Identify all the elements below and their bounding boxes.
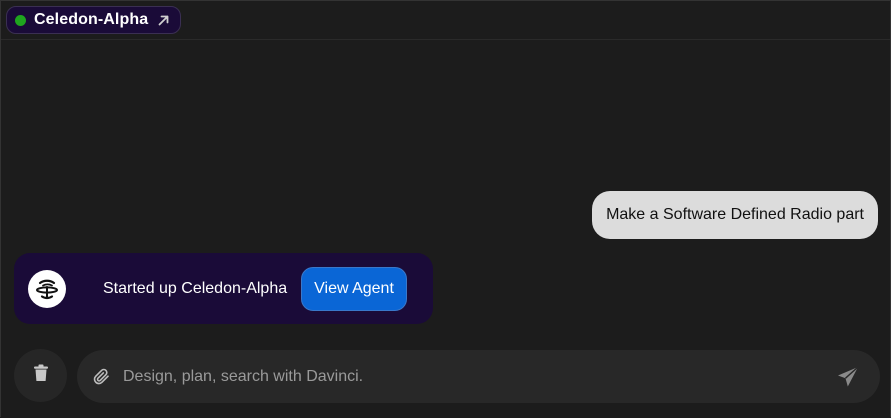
agent-pill[interactable]: Celedon-Alpha [6,6,182,34]
top-bar: Celedon-Alpha [1,1,890,40]
send-icon[interactable] [836,365,860,389]
agent-name: Celedon-Alpha [34,11,149,28]
user-message-bubble: Make a Software Defined Radio part [592,191,878,239]
paperclip-icon[interactable] [93,368,111,386]
view-agent-button[interactable]: View Agent [301,266,407,311]
trash-icon [33,364,49,387]
status-dot-icon [15,14,26,26]
user-message-text: Make a Software Defined Radio part [606,206,864,223]
clear-chat-button[interactable] [14,349,67,402]
agent-logo-icon [28,269,66,308]
agent-started-card: Started up Celedon-Alpha View Agent [14,253,433,324]
chat-window: Celedon-Alpha Make a Software Defined Ra… [0,0,891,417]
message-input[interactable] [121,355,836,398]
external-link-icon[interactable] [156,13,170,27]
agent-card-text: Started up Celedon-Alpha [103,279,288,297]
message-composer [77,350,880,403]
